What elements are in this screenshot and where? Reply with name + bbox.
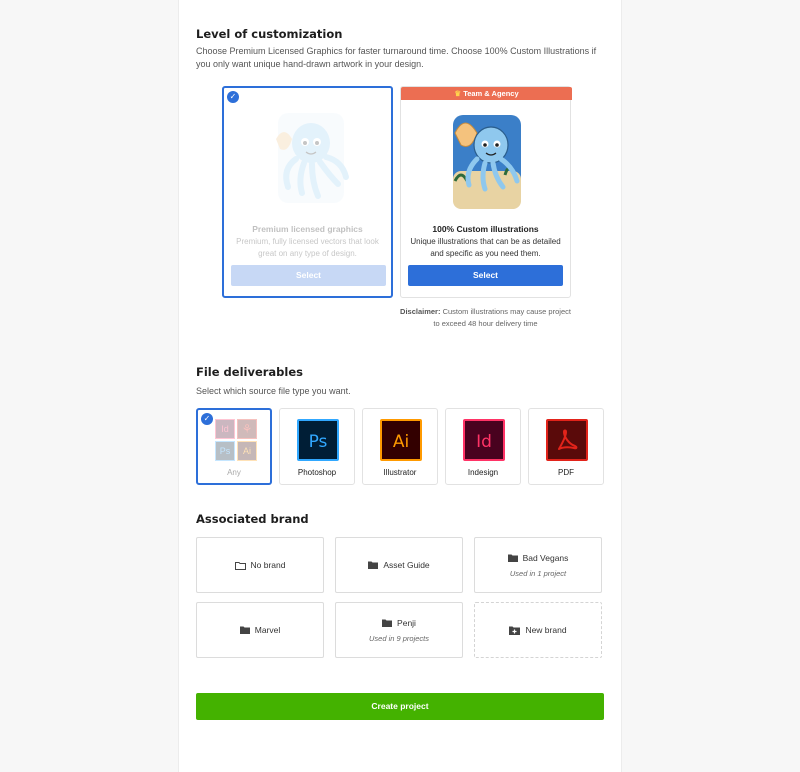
brand-option-marvel[interactable]: Marvel [196,602,324,658]
disclaimer: Disclaimer: Custom illustrations may cau… [400,307,571,328]
file-label-illustrator: Illustrator [383,468,417,477]
file-label-any: Any [227,468,241,477]
photoshop-icon: Ps [297,419,339,461]
brand-option-penji[interactable]: Penji Used in 9 projects [335,602,463,658]
customization-description: Choose Premium Licensed Graphics for fas… [196,46,597,69]
premium-graphics-card[interactable]: ✓ Premium licensed graphics Premium, ful… [222,86,393,298]
new-brand-button[interactable]: New brand [474,602,602,658]
selected-check-icon: ✓ [201,413,213,425]
custom-illustrations-card[interactable]: ♛ Team & Agency 100% Custom illustration… [400,86,572,298]
team-agency-badge: ♛ Team & Agency [401,87,572,100]
custom-select-button[interactable]: Select [408,265,563,286]
indesign-icon: Id [463,419,505,461]
brand-usage-count: Used in 9 projects [368,634,430,643]
file-label-indesign: Indesign [467,468,499,477]
folder-icon [382,619,393,627]
crown-icon: ♛ [454,89,462,98]
deliverables-description: Select which source file type you want. [196,386,351,396]
pdf-icon: ⚘ [237,419,257,439]
brand-option-asset-guide[interactable]: Asset Guide [335,537,463,593]
folder-plus-icon [509,626,521,635]
create-project-button[interactable]: Create project [196,693,604,720]
premium-description: Premium, fully licensed vectors that loo… [236,237,379,258]
acrobat-swirl-icon [558,429,578,450]
file-option-pdf[interactable]: PDF [528,408,604,485]
folder-icon [507,554,518,562]
brand-heading: Associated brand [196,512,309,526]
brand-option-no-brand[interactable]: No brand [196,537,324,593]
custom-description: Unique illustrations that can be as deta… [410,237,561,258]
brand-usage-count: Used in 1 project [509,569,567,578]
file-option-photoshop[interactable]: Ps Photoshop [279,408,355,485]
premium-select-button[interactable]: Select [231,265,386,286]
file-option-illustrator[interactable]: Ai Illustrator [362,408,438,485]
mixed-files-icon: Id ⚘ Ps Ai [215,419,257,461]
file-label-pdf: PDF [558,468,574,477]
premium-title: Premium licensed graphics [252,224,363,234]
selected-check-icon: ✓ [227,91,239,103]
folder-outline-icon [234,561,246,570]
customization-heading: Level of customization [196,27,343,41]
file-option-any[interactable]: ✓ Id ⚘ Ps Ai Any [196,408,272,485]
folder-icon [239,626,250,634]
custom-title: 100% Custom illustrations [432,224,539,234]
octopus-scene-illustration [453,115,521,209]
pdf-icon [546,419,588,461]
file-label-photoshop: Photoshop [297,468,337,477]
illustrator-icon: Ai [380,419,422,461]
brand-option-bad-vegans[interactable]: Bad Vegans Used in 1 project [474,537,602,593]
file-option-indesign[interactable]: Id Indesign [445,408,521,485]
folder-icon [368,561,379,569]
deliverables-heading: File deliverables [196,365,304,379]
